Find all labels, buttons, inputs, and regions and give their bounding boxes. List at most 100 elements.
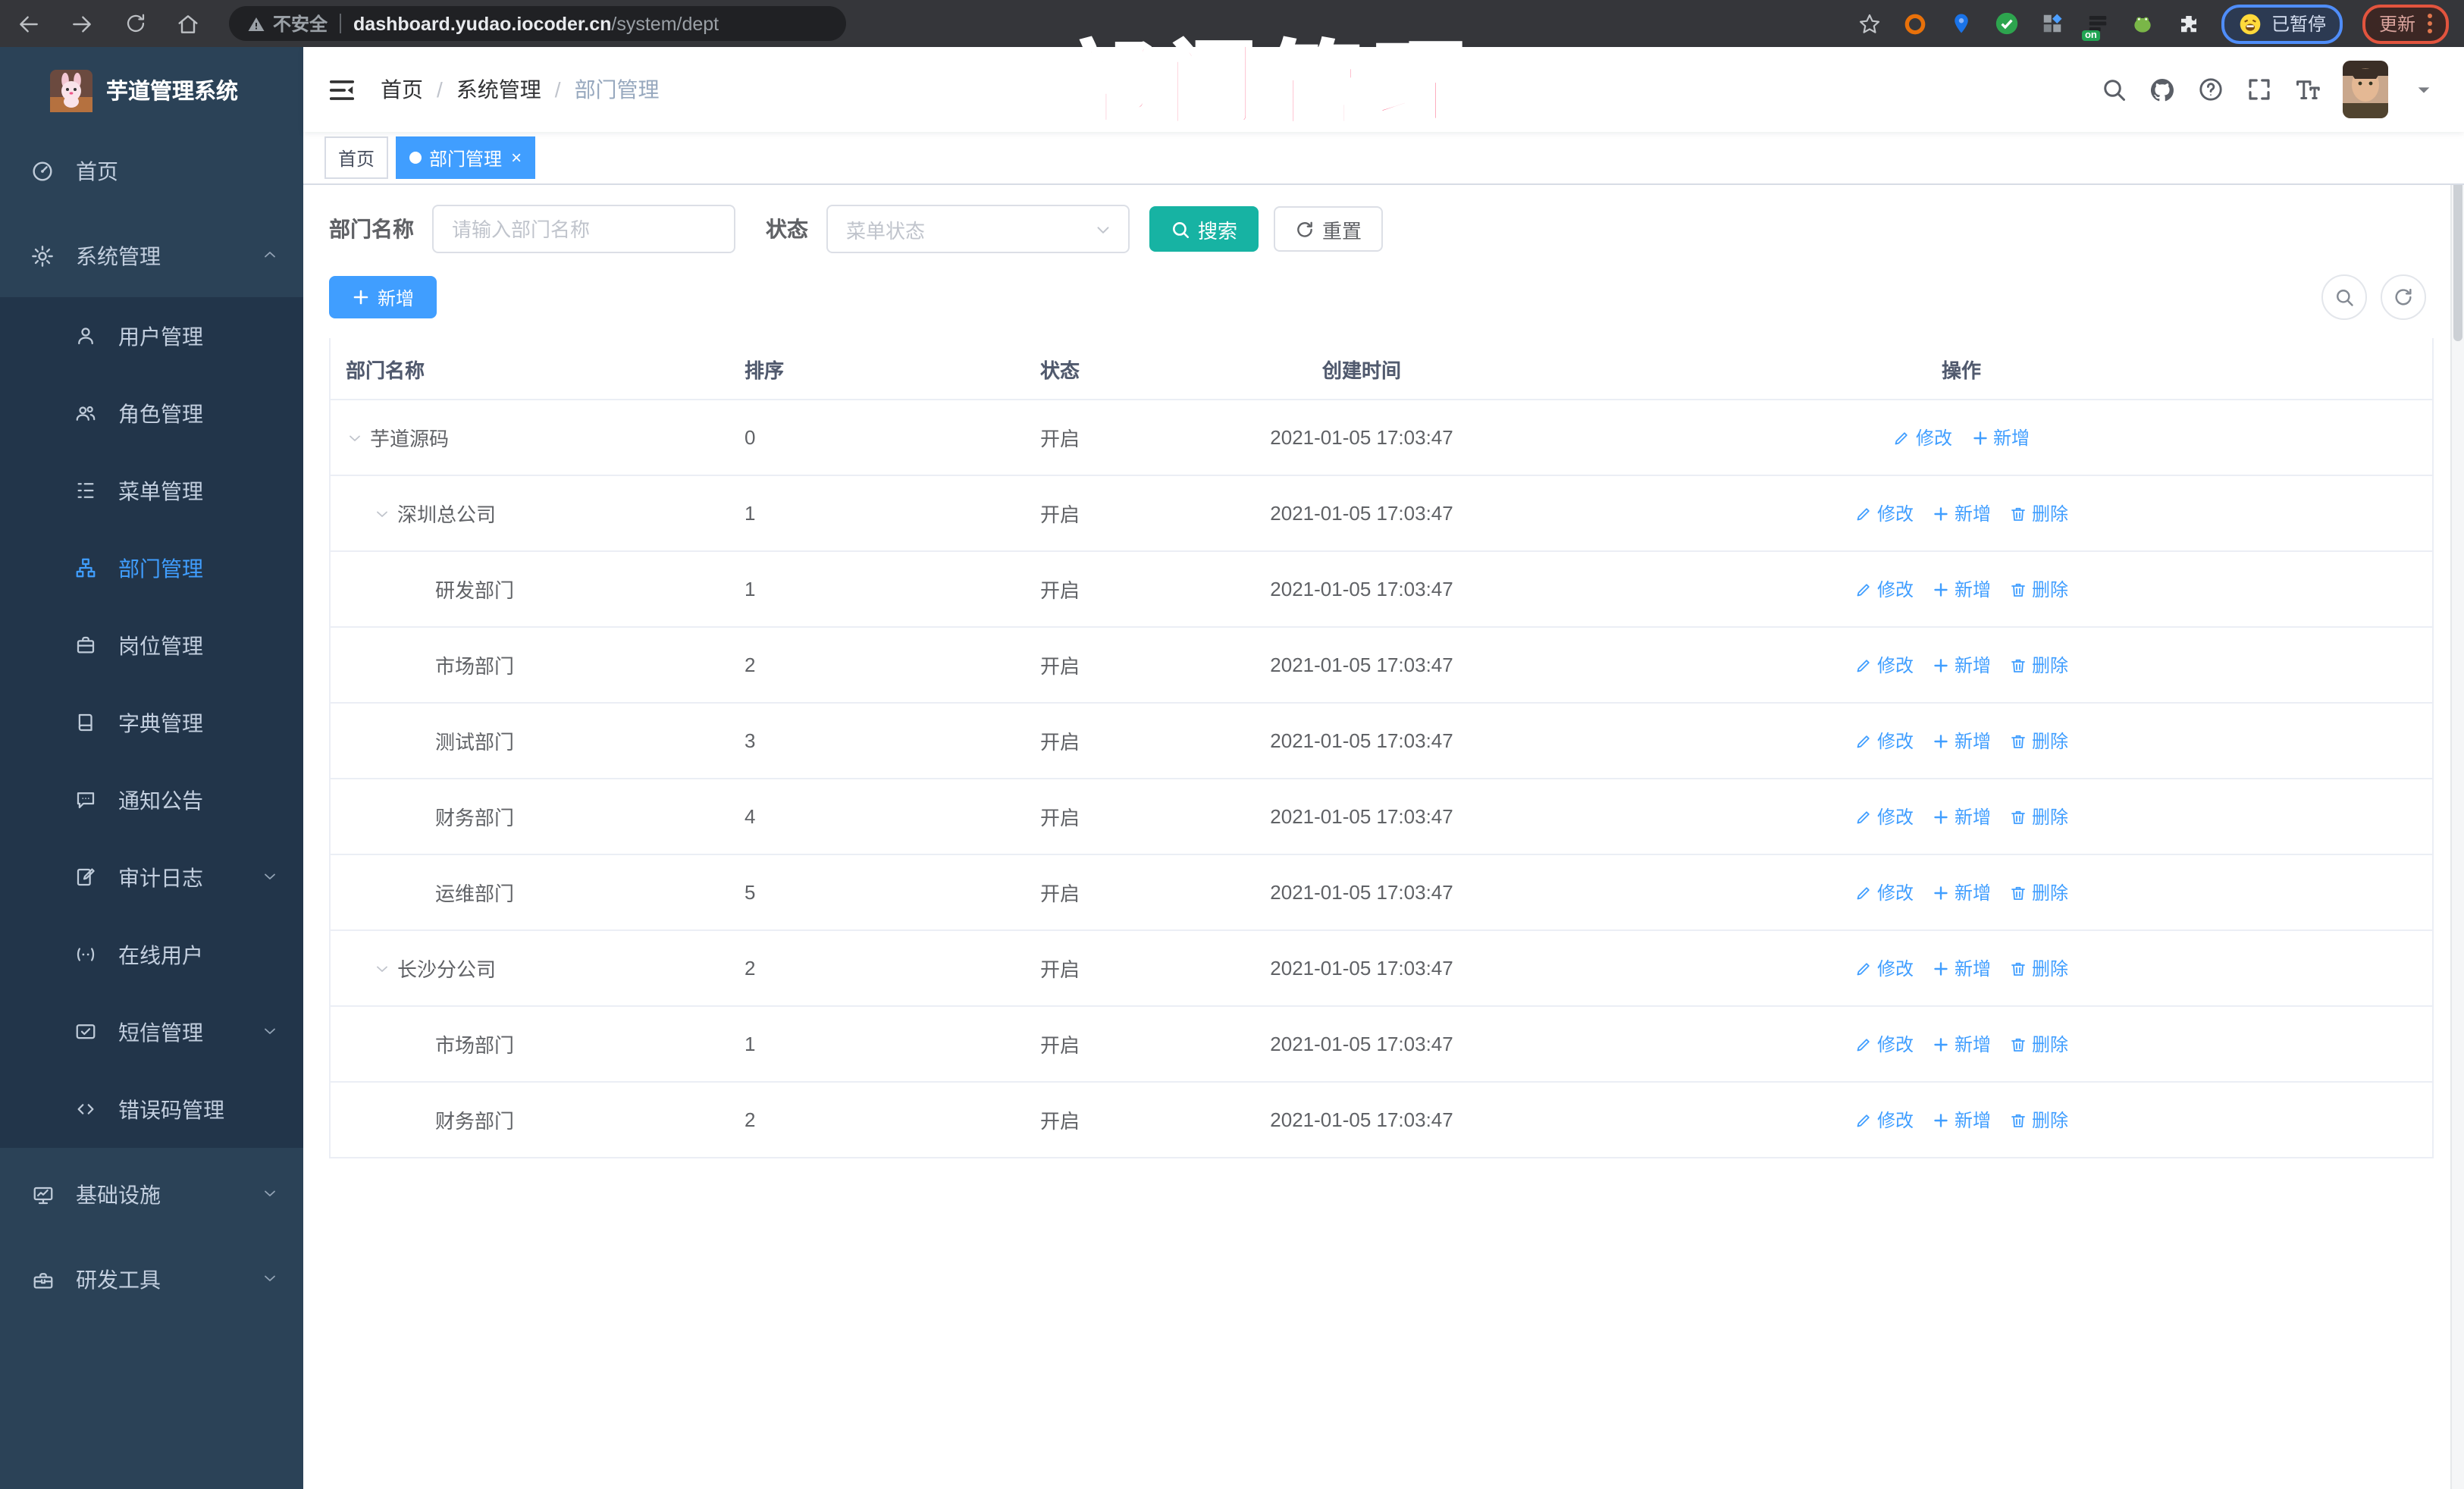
table-row[interactable]: 深圳总公司 1 开启 2021-01-05 17:03:47 修改 新增 删除 — [331, 476, 2432, 552]
dept-name-input[interactable] — [432, 205, 735, 253]
sidebar-item-5[interactable]: 部门管理 — [0, 529, 303, 607]
github-icon[interactable] — [2149, 76, 2176, 103]
forward-icon[interactable] — [68, 10, 96, 37]
add-link[interactable]: 新增 — [1932, 652, 1991, 678]
add-link[interactable]: 新增 — [1932, 728, 1991, 754]
tab-home[interactable]: 首页 — [324, 136, 389, 179]
dict-icon — [73, 710, 97, 735]
table-row[interactable]: 财务部门 2 开启 2021-01-05 17:03:47 修改 新增 删除 — [331, 1083, 2432, 1158]
profile-paused-badge[interactable]: 已暂停 — [2221, 4, 2343, 43]
extensions-puzzle-icon[interactable] — [2176, 11, 2202, 36]
breadcrumb-system[interactable]: 系统管理 — [456, 74, 541, 105]
delete-link[interactable]: 删除 — [2009, 728, 2068, 754]
add-link[interactable]: 新增 — [1932, 1107, 1991, 1133]
sidebar-item-1[interactable]: 系统管理 — [0, 218, 303, 294]
ext-green-check-icon[interactable] — [1994, 11, 2020, 36]
table-row[interactable]: 研发部门 1 开启 2021-01-05 17:03:47 修改 新增 删除 — [331, 552, 2432, 628]
caret-down-icon[interactable] — [2409, 76, 2437, 103]
delete-link[interactable]: 删除 — [2009, 500, 2068, 526]
home-icon[interactable] — [174, 10, 202, 37]
browser-update-button[interactable]: 更新 — [2362, 4, 2449, 43]
fullscreen-icon[interactable] — [2246, 76, 2273, 103]
warning-icon — [248, 17, 265, 30]
edit-link[interactable]: 修改 — [1854, 500, 1914, 526]
edit-link[interactable]: 修改 — [1854, 804, 1914, 829]
breadcrumb-home[interactable]: 首页 — [381, 74, 423, 105]
edit-link[interactable]: 修改 — [1854, 1107, 1914, 1133]
refresh-table-button[interactable] — [2381, 274, 2426, 320]
url-text[interactable]: dashboard.yudao.iocoder.cn/system/dept — [353, 13, 719, 34]
sidebar-item-14[interactable]: 研发工具 — [0, 1242, 303, 1318]
edit-link[interactable]: 修改 — [1854, 652, 1914, 678]
sidebar-item-8[interactable]: 通知公告 — [0, 761, 303, 839]
reset-button[interactable]: 重置 — [1274, 206, 1384, 252]
sidebar-item-9[interactable]: 审计日志 — [0, 839, 303, 916]
add-link[interactable]: 新增 — [1932, 879, 1991, 905]
table-row[interactable]: 测试部门 3 开启 2021-01-05 17:03:47 修改 新增 删除 — [331, 704, 2432, 779]
expand-arrow-icon[interactable] — [346, 428, 364, 447]
ext-location-icon[interactable] — [1948, 11, 1974, 36]
table-row[interactable]: 市场部门 2 开启 2021-01-05 17:03:47 修改 新增 删除 — [331, 628, 2432, 704]
edit-link[interactable]: 修改 — [1854, 1031, 1914, 1057]
tab-dept-management[interactable]: 部门管理 × — [396, 136, 536, 179]
search-button[interactable]: 搜索 — [1149, 206, 1259, 252]
kebab-menu-icon[interactable] — [2428, 14, 2432, 33]
close-tab-icon[interactable]: × — [511, 149, 522, 167]
delete-link[interactable]: 删除 — [2009, 1031, 2068, 1057]
reload-icon[interactable] — [121, 10, 149, 37]
table-row[interactable]: 财务部门 4 开启 2021-01-05 17:03:47 修改 新增 删除 — [331, 779, 2432, 855]
bookmark-star-icon[interactable] — [1857, 11, 1883, 36]
edit-link[interactable]: 修改 — [1854, 879, 1914, 905]
add-button[interactable]: 新增 — [329, 276, 437, 318]
add-link[interactable]: 新增 — [1932, 576, 1991, 602]
add-link[interactable]: 新增 — [1932, 804, 1991, 829]
toggle-search-button[interactable] — [2321, 274, 2367, 320]
ext-on-badge-icon[interactable]: on — [2081, 11, 2111, 41]
help-icon[interactable] — [2197, 76, 2224, 103]
table-row[interactable]: 运维部门 5 开启 2021-01-05 17:03:47 修改 新增 删除 — [331, 855, 2432, 931]
delete-link[interactable]: 删除 — [2009, 804, 2068, 829]
back-icon[interactable] — [15, 10, 42, 37]
sidebar-item-2[interactable]: 用户管理 — [0, 297, 303, 375]
add-link[interactable]: 新增 — [1932, 500, 1991, 526]
edit-link[interactable]: 修改 — [1854, 576, 1914, 602]
sidebar-item-3[interactable]: 角色管理 — [0, 375, 303, 452]
page-scrollbar[interactable] — [2450, 47, 2464, 1489]
dept-created-time: 2021-01-05 17:03:47 — [1270, 1108, 1453, 1131]
sidebar-item-6[interactable]: 岗位管理 — [0, 607, 303, 684]
sidebar-item-13[interactable]: 基础设施 — [0, 1157, 303, 1233]
sidebar-item-11[interactable]: 短信管理 — [0, 993, 303, 1071]
table-row[interactable]: 长沙分公司 2 开启 2021-01-05 17:03:47 修改 新增 删除 — [331, 931, 2432, 1007]
expand-arrow-icon[interactable] — [373, 504, 391, 522]
search-icon[interactable] — [2100, 76, 2127, 103]
add-link[interactable]: 新增 — [1932, 1031, 1991, 1057]
sidebar-collapse-icon[interactable] — [326, 74, 356, 105]
expand-arrow-icon[interactable] — [373, 959, 391, 977]
delete-link[interactable]: 删除 — [2009, 1107, 2068, 1133]
sidebar-item-4[interactable]: 菜单管理 — [0, 452, 303, 529]
table-row[interactable]: 市场部门 1 开启 2021-01-05 17:03:47 修改 新增 删除 — [331, 1007, 2432, 1083]
status-select[interactable]: 菜单状态 — [826, 205, 1130, 253]
add-link[interactable]: 新增 — [1970, 425, 2030, 450]
sidebar-item-10[interactable]: 在线用户 — [0, 916, 303, 993]
delete-link[interactable]: 删除 — [2009, 879, 2068, 905]
sidebar-item-0[interactable]: 首页 — [0, 133, 303, 209]
address-bar[interactable]: 不安全 dashboard.yudao.iocoder.cn/system/de… — [229, 6, 846, 41]
edit-link[interactable]: 修改 — [1893, 425, 1952, 450]
delete-link[interactable]: 删除 — [2009, 576, 2068, 602]
ext-grid-icon[interactable] — [2039, 11, 2065, 36]
not-secure-warning[interactable]: 不安全 — [247, 11, 328, 36]
font-size-icon[interactable] — [2294, 76, 2321, 103]
edit-link[interactable]: 修改 — [1854, 955, 1914, 981]
user-avatar[interactable] — [2343, 61, 2388, 118]
app-logo[interactable]: 芋道管理系统 — [0, 47, 303, 133]
add-link[interactable]: 新增 — [1932, 955, 1991, 981]
table-row[interactable]: 芋道源码 0 开启 2021-01-05 17:03:47 修改 新增 — [331, 400, 2432, 476]
delete-link[interactable]: 删除 — [2009, 652, 2068, 678]
edit-link[interactable]: 修改 — [1854, 728, 1914, 754]
delete-link[interactable]: 删除 — [2009, 955, 2068, 981]
sidebar-item-12[interactable]: 错误码管理 — [0, 1071, 303, 1148]
ext-frog-icon[interactable] — [2130, 11, 2156, 36]
sidebar-item-7[interactable]: 字典管理 — [0, 684, 303, 761]
ext-orange-icon[interactable] — [1903, 11, 1929, 36]
